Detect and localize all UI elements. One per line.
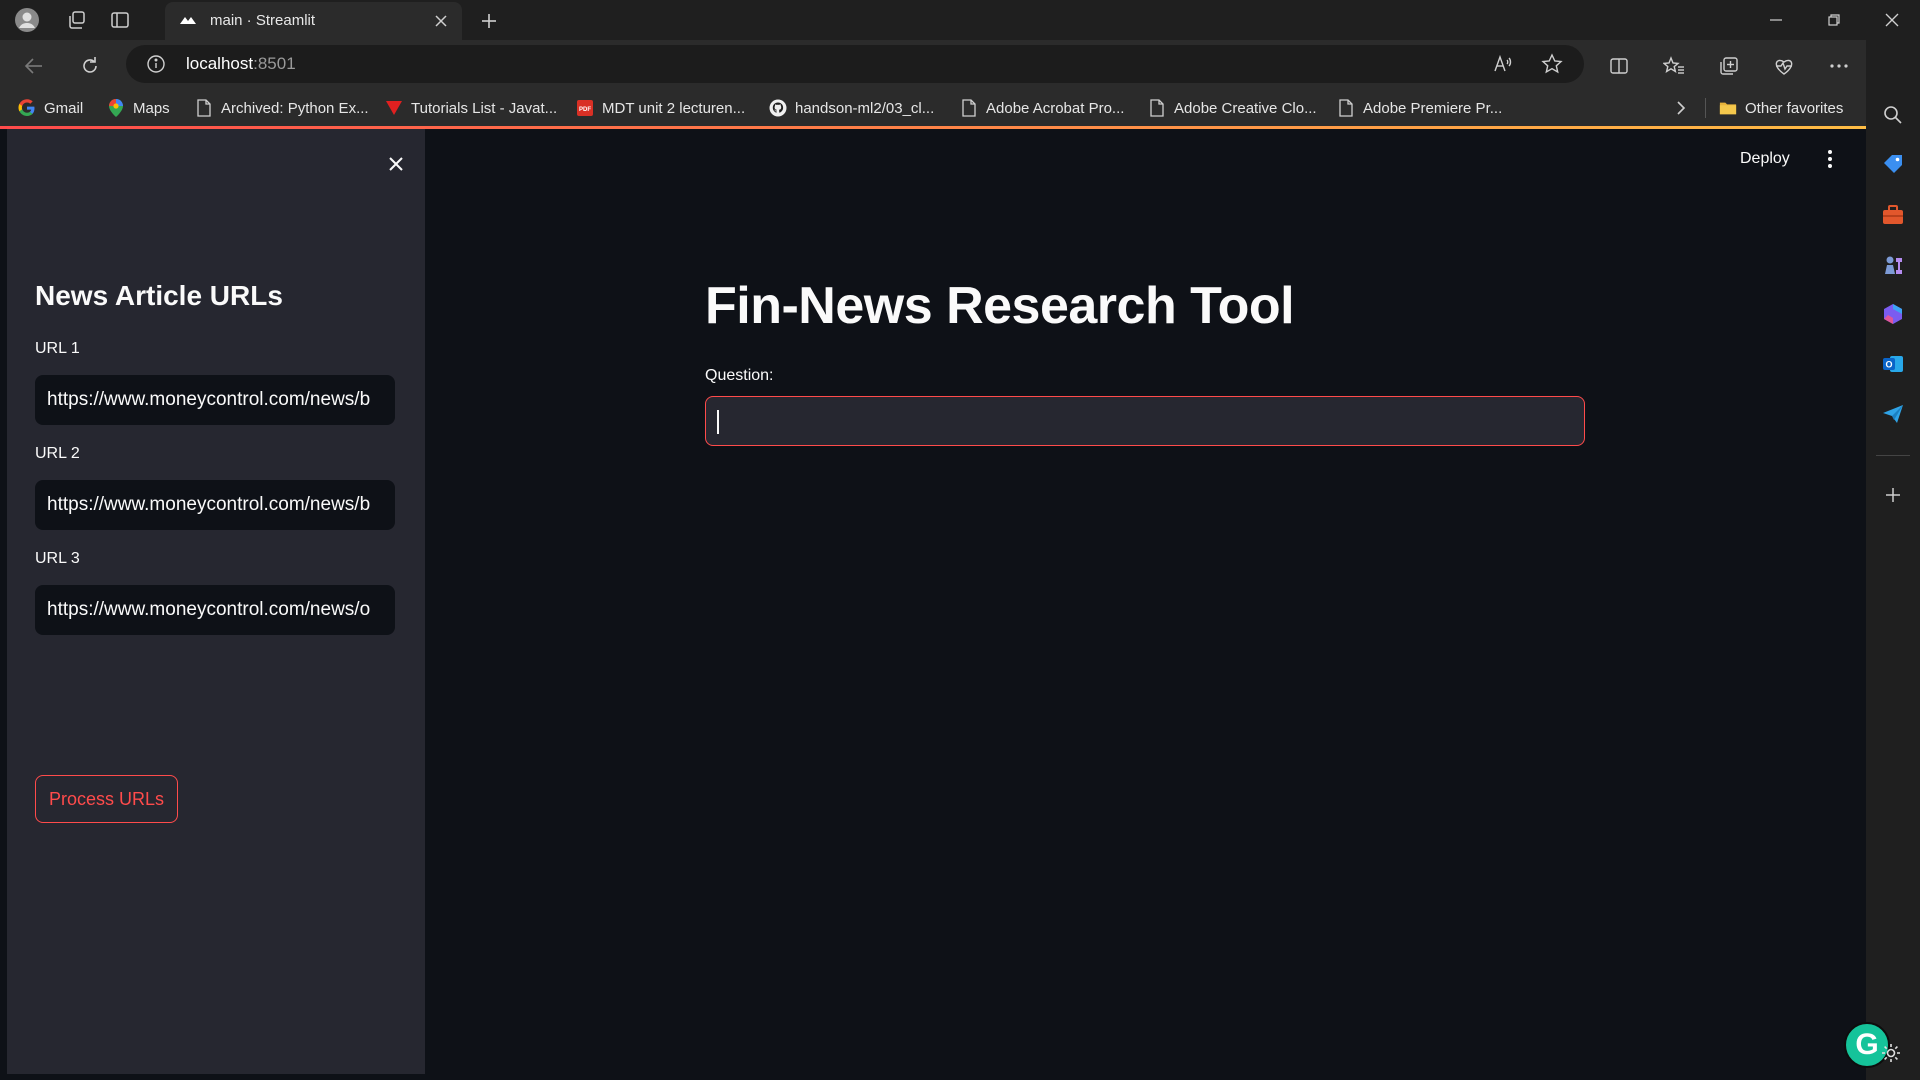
close-tab-icon[interactable]	[430, 10, 452, 32]
bookmark-mdt-unit2[interactable]: PDF MDT unit 2 lecturen...	[576, 96, 745, 120]
main-menu-icon[interactable]	[1822, 148, 1838, 170]
github-icon	[769, 99, 787, 117]
page-title: Fin-News Research Tool	[705, 277, 1295, 335]
question-input[interactable]	[705, 396, 1585, 446]
process-urls-button[interactable]: Process URLs	[35, 775, 178, 823]
bookmark-handson-ml2[interactable]: handson-ml2/03_cl...	[769, 96, 934, 120]
url-1-input[interactable]: https://www.moneycontrol.com/news/b	[35, 375, 395, 425]
bookmark-adobe-premiere[interactable]: Adobe Premiere Pr...	[1337, 96, 1502, 120]
address-bar[interactable]: localhost:8501	[126, 45, 1584, 83]
page-icon	[195, 99, 213, 117]
browser-window: main · Streamlit localhost:8501 Gmail Ma…	[0, 0, 1920, 1080]
profile-avatar-icon[interactable]	[13, 6, 41, 34]
edge-sidebar-divider	[1876, 455, 1910, 456]
url-3-value: https://www.moneycontrol.com/news/o	[47, 599, 371, 620]
bookmark-maps[interactable]: Maps	[107, 96, 170, 120]
navigation-bar: localhost:8501	[0, 40, 1920, 90]
restore-button[interactable]	[1806, 0, 1862, 40]
bookmark-gmail[interactable]: Gmail	[18, 96, 83, 120]
title-bar: main · Streamlit	[0, 0, 1920, 40]
streamlit-favicon-icon	[179, 12, 197, 30]
bookmark-label: Archived: Python Ex...	[221, 99, 369, 117]
minimize-button[interactable]	[1748, 0, 1804, 40]
page-icon	[960, 99, 978, 117]
active-tab[interactable]: main · Streamlit	[165, 2, 462, 40]
question-label: Question:	[705, 367, 774, 384]
bookmark-adobe-creative-cloud[interactable]: Adobe Creative Clo...	[1148, 96, 1317, 120]
url-3-input[interactable]: https://www.moneycontrol.com/news/o	[35, 585, 395, 635]
bookmark-python-archive[interactable]: Archived: Python Ex...	[195, 96, 369, 120]
favorites-icon[interactable]	[1659, 51, 1689, 81]
folder-icon	[1719, 99, 1737, 117]
send-drop-icon[interactable]	[1881, 402, 1905, 426]
edge-sidebar: O	[1866, 40, 1920, 1080]
shopping-tag-icon[interactable]	[1881, 152, 1905, 176]
svg-text:O: O	[1885, 360, 1892, 370]
bookmarks-overflow-chevron-icon[interactable]	[1676, 96, 1686, 120]
bookmark-label: Tutorials List - Javat...	[411, 99, 558, 117]
more-options-icon[interactable]	[1824, 51, 1854, 81]
search-icon[interactable]	[1881, 103, 1905, 127]
pdf-icon: PDF	[576, 99, 594, 117]
bookmarks-bar: Gmail Maps Archived: Python Ex... Tutori…	[0, 90, 1920, 126]
site-info-icon[interactable]	[146, 54, 166, 74]
sidebar-title: News Article URLs	[35, 280, 283, 311]
bookmark-label: Adobe Creative Clo...	[1174, 99, 1317, 117]
bookmark-adobe-acrobat[interactable]: Adobe Acrobat Pro...	[960, 96, 1124, 120]
tools-briefcase-icon[interactable]	[1881, 203, 1905, 227]
google-icon	[18, 99, 36, 117]
url-host: localhost	[186, 54, 254, 73]
browser-essentials-icon[interactable]	[1769, 51, 1799, 81]
collections-icon[interactable]	[1714, 51, 1744, 81]
outlook-icon[interactable]: O	[1881, 352, 1905, 376]
other-favorites-label: Other favorites	[1745, 99, 1844, 117]
tab-title: main · Streamlit	[210, 12, 316, 29]
read-aloud-icon[interactable]	[1490, 51, 1516, 77]
sidebar: News Article URLs URL 1 https://www.mone…	[7, 129, 425, 1074]
javatpoint-icon	[385, 99, 403, 117]
maps-icon	[107, 99, 125, 117]
url-3-label: URL 3	[35, 550, 80, 567]
url-2-input[interactable]: https://www.moneycontrol.com/news/b	[35, 480, 395, 530]
other-favorites-folder[interactable]: Other favorites	[1719, 96, 1843, 120]
tab-actions-icon[interactable]	[106, 6, 134, 34]
favorite-star-icon[interactable]	[1539, 51, 1565, 77]
page-icon	[1148, 99, 1166, 117]
bookmark-label: Gmail	[44, 99, 84, 117]
url-1-value: https://www.moneycontrol.com/news/b	[47, 389, 371, 410]
bookmark-label: Adobe Acrobat Pro...	[986, 99, 1125, 117]
bookmark-label: Maps	[133, 99, 170, 117]
back-arrow-icon[interactable]	[19, 51, 49, 81]
url-1-label: URL 1	[35, 340, 80, 357]
games-chess-icon[interactable]	[1881, 253, 1905, 277]
split-screen-icon[interactable]	[1604, 51, 1634, 81]
streamlit-app: News Article URLs URL 1 https://www.mone…	[0, 126, 1866, 1080]
url-2-label: URL 2	[35, 445, 80, 462]
bookmark-javatpoint[interactable]: Tutorials List - Javat...	[385, 96, 557, 120]
close-sidebar-icon[interactable]	[381, 149, 411, 179]
close-window-button[interactable]	[1864, 0, 1920, 40]
bookmark-label: handson-ml2/03_cl...	[795, 99, 935, 117]
bookmark-label: MDT unit 2 lecturen...	[602, 99, 746, 117]
page-icon	[1337, 99, 1355, 117]
new-tab-button[interactable]	[475, 7, 503, 35]
url-port: :8501	[253, 54, 296, 73]
bookmark-label: Adobe Premiere Pr...	[1363, 99, 1503, 117]
microsoft-365-icon[interactable]	[1881, 302, 1905, 326]
url-2-value: https://www.moneycontrol.com/news/b	[47, 494, 371, 515]
url-text[interactable]: localhost:8501	[186, 54, 296, 74]
workspaces-icon[interactable]	[63, 6, 91, 34]
bookmarks-divider	[1705, 98, 1706, 118]
refresh-icon[interactable]	[75, 51, 105, 81]
gear-icon[interactable]	[1880, 1042, 1902, 1064]
add-sidebar-app-icon[interactable]	[1881, 483, 1905, 507]
deploy-button[interactable]: Deploy	[1740, 150, 1790, 168]
svg-text:PDF: PDF	[579, 107, 591, 113]
text-caret	[717, 410, 719, 434]
